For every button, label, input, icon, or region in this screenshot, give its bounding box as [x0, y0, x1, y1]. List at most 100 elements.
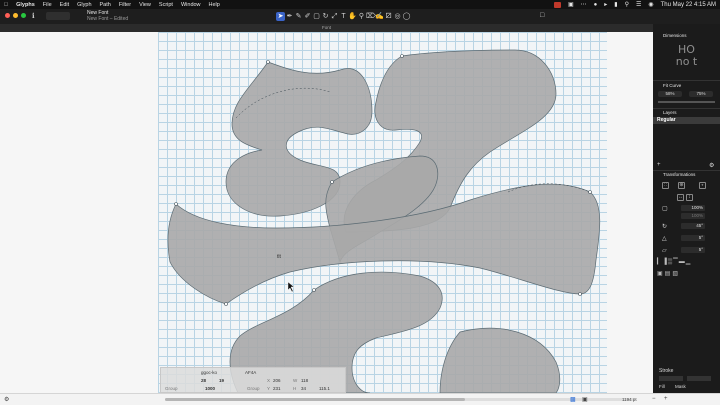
h-field[interactable]: 34 [301, 386, 306, 391]
align-bottom-icon[interactable]: ▁ [686, 259, 692, 265]
search-icon[interactable]: ⚲ [625, 1, 629, 8]
zoom-window-button[interactable] [21, 13, 26, 18]
menu-app[interactable]: Glyphs [16, 2, 35, 8]
y-field[interactable]: 231 [273, 386, 281, 391]
minimize-window-button[interactable] [13, 13, 18, 18]
info-icon[interactable]: ℹ [32, 12, 35, 20]
rectangle-tool-icon[interactable]: ▢ [312, 12, 321, 21]
brush-tool-icon[interactable]: ✐ [303, 12, 312, 21]
clock[interactable]: Thu May 22 4:15 AM [661, 2, 716, 8]
lsb-field[interactable]: 28 [201, 378, 206, 383]
shape-tool-icon[interactable]: ◯ [402, 12, 411, 21]
scale-field-2[interactable]: 100% [681, 213, 705, 219]
angle-field[interactable]: 115.1 [319, 386, 330, 391]
sidebar-toggle-button[interactable] [46, 12, 70, 20]
document-title: New Font New Font – Edited [87, 10, 128, 22]
origin-grid-icon[interactable]: ∷ [662, 182, 669, 189]
scale-tool-icon[interactable]: ⤢ [330, 12, 339, 21]
fit-curve-value-1[interactable]: 58% [658, 91, 682, 97]
layers-title[interactable]: Layers [663, 110, 677, 115]
siri-icon[interactable]: ◉ [648, 1, 653, 8]
window-toolbar: ℹ New Font New Font – Edited ➤ ✒ ✎ ✐ ▢ ↻… [0, 9, 720, 24]
tab-font[interactable]: Font [322, 25, 331, 30]
user-avatar-icon[interactable] [553, 1, 561, 8]
components-tool-icon[interactable]: ⚂ [384, 12, 393, 21]
transformations-title[interactable]: Transformations [663, 172, 695, 177]
fit-curve-value-2[interactable]: 75% [689, 91, 713, 97]
glyph-canvas[interactable]: tlt ggoc-ko AF4A 28 19 1000 Group Group … [0, 32, 653, 393]
scale-field[interactable]: 100% [681, 205, 705, 211]
stroke-title[interactable]: Stroke [659, 368, 673, 374]
add-layer-icon[interactable]: + [657, 162, 661, 168]
camera-icon[interactable]: ▣ [568, 1, 574, 8]
text-tool-icon[interactable]: T [339, 12, 348, 21]
stroke-width-field[interactable] [659, 376, 683, 381]
measure-tool-icon[interactable]: ⌦ [366, 12, 376, 21]
union-icon[interactable]: ▣ [657, 271, 665, 277]
close-window-button[interactable] [5, 13, 10, 18]
status-bar: ⚙ ▩ ▣ 1194 pt − + [0, 393, 720, 405]
layer-row-regular[interactable]: Regular [653, 117, 720, 124]
menu-glyph[interactable]: Glyph [77, 2, 91, 8]
flip-vertical-icon[interactable]: ↕ [686, 194, 693, 201]
pencil-tool-icon[interactable]: ✎ [294, 12, 303, 21]
zoom-level[interactable]: 1194 pt [622, 397, 637, 402]
glyph-name-field[interactable]: ggoc-ko [201, 370, 217, 375]
scrollbar-thumb[interactable] [165, 398, 465, 401]
unicode-field[interactable]: AF4A [245, 370, 256, 375]
eye-tool-icon[interactable]: ◎ [393, 12, 402, 21]
menu-view[interactable]: View [139, 2, 151, 8]
view-mode-icon[interactable]: ▩ [570, 396, 576, 403]
zoom-in-icon[interactable]: + [664, 396, 668, 402]
w-field[interactable]: 118 [301, 378, 308, 383]
width-field[interactable]: 1000 [205, 386, 215, 391]
preview-mode-icon[interactable]: ▣ [582, 396, 588, 403]
layer-options-icon[interactable]: ⚙ [709, 162, 714, 169]
fit-curve-slider[interactable] [658, 101, 715, 103]
wifi-icon[interactable]: ● [594, 2, 598, 8]
settings-icon[interactable]: ⚙ [4, 396, 9, 403]
window-controls [5, 13, 29, 18]
fill-label[interactable]: Fill [659, 384, 665, 389]
menu-filter[interactable]: Filter [119, 2, 131, 8]
stroke-position-field[interactable] [687, 376, 711, 381]
control-center-icon[interactable]: ☰ [636, 1, 641, 8]
zoom-tool-icon[interactable]: ⚲ [357, 12, 366, 21]
menu-help[interactable]: Help [209, 2, 220, 8]
menu-script[interactable]: Script [159, 2, 173, 8]
slant-field[interactable]: 5° [681, 235, 705, 241]
dimensions-title[interactable]: Dimensions [663, 33, 687, 38]
flip-horizontal-icon[interactable]: ↔ [677, 194, 684, 201]
volume-icon[interactable]: ▸ [604, 1, 607, 8]
horizontal-scrollbar[interactable] [165, 398, 635, 401]
battery-icon[interactable]: ▮ [614, 1, 617, 8]
rsb-field[interactable]: 19 [219, 378, 224, 383]
draw-tool-icon[interactable]: ✒ [285, 12, 294, 21]
fit-curve-title[interactable]: Fit Curve [663, 83, 681, 88]
menu-path[interactable]: Path [100, 2, 111, 8]
rotate-field[interactable]: 45° [681, 223, 705, 229]
node-point [330, 180, 334, 184]
skew-field[interactable]: 5° [681, 247, 705, 253]
x-field[interactable]: 206 [273, 378, 281, 383]
menu-edit[interactable]: Edit [60, 2, 69, 8]
align-middle-icon[interactable]: ▬ [679, 259, 686, 265]
apple-menu-icon[interactable]:  [4, 2, 8, 8]
menu-window[interactable]: Window [181, 2, 201, 8]
origin-point-icon[interactable]: ∘ [699, 182, 706, 189]
menu-file[interactable]: File [43, 2, 52, 8]
hand-tool-icon[interactable]: ✋ [348, 12, 357, 21]
add-tab-icon[interactable]: □ [540, 12, 544, 19]
zoom-out-icon[interactable]: − [652, 396, 656, 402]
annotation-tool-icon[interactable]: ✍ [375, 12, 384, 21]
y-label: Y [267, 386, 271, 391]
mask-label[interactable]: Mask [675, 384, 686, 389]
origin-center-icon[interactable]: ⊕ [678, 182, 685, 189]
select-tool-icon[interactable]: ➤ [276, 12, 285, 21]
intersect-icon[interactable]: ▧ [672, 271, 680, 277]
palette-sidebar: Dimensions HO no t Fit Curve 58% 75% Lay… [653, 24, 720, 393]
glyph-outline[interactable]: tlt [0, 32, 653, 393]
rotate-tool-icon[interactable]: ↻ [321, 12, 330, 21]
dots-icon[interactable]: ⋯ [581, 1, 587, 8]
w-label: W [293, 378, 298, 383]
